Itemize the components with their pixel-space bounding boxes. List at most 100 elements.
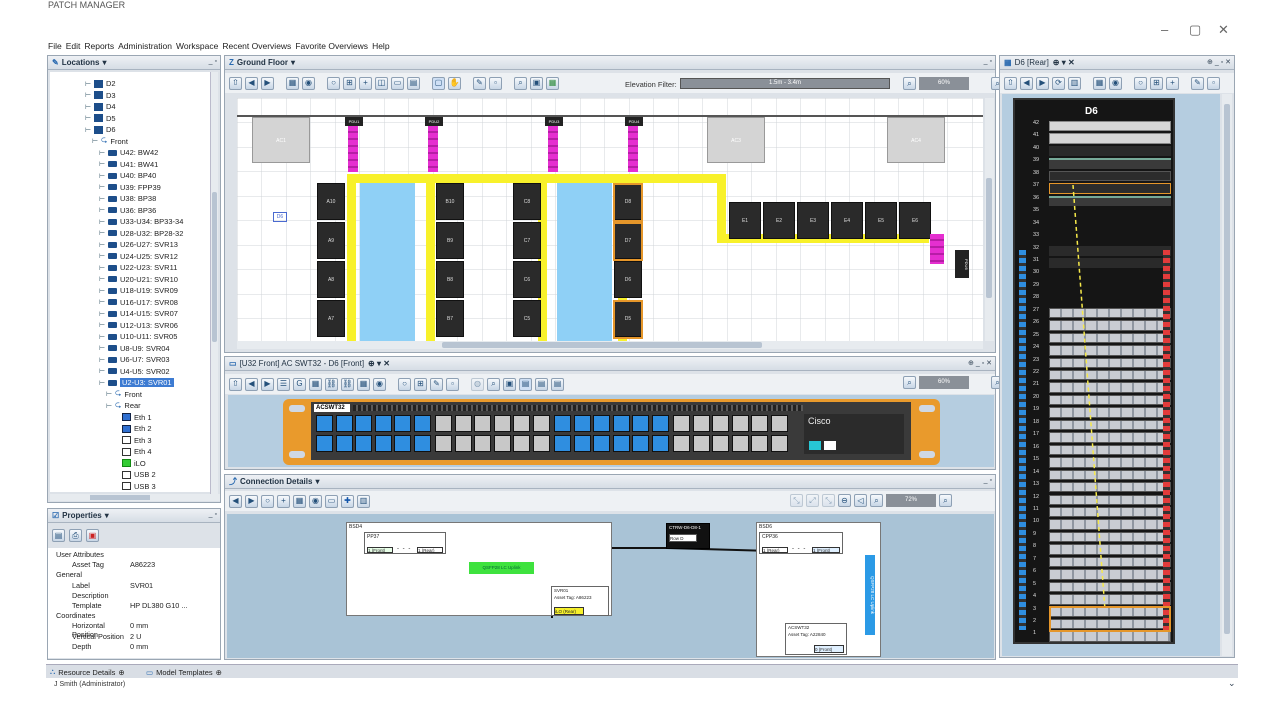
conn-circle-icon[interactable]: ○ — [261, 494, 274, 508]
switch-port[interactable] — [474, 415, 491, 432]
back-icon[interactable]: ◀ — [245, 76, 258, 90]
tree-node[interactable]: ⊢ U6-U7: SVR03 — [99, 354, 170, 365]
rack-forward-icon[interactable]: ▶ — [1036, 76, 1049, 90]
switch-port[interactable] — [435, 415, 452, 432]
box2-front-port[interactable]: 1 (Front) — [812, 547, 840, 553]
switch-port[interactable] — [493, 435, 511, 452]
expand-icon[interactable]: ⊢ — [85, 91, 91, 99]
device-stop-icon[interactable]: ◍ — [471, 377, 484, 391]
menu-favorite-overviews[interactable]: Favorite Overviews — [295, 41, 368, 53]
locations-menu-icon[interactable]: ▾ — [102, 58, 106, 67]
switch-port[interactable] — [493, 415, 511, 432]
expand-icon[interactable]: ⊢ — [99, 218, 105, 226]
expand-icon[interactable]: ⊢ — [99, 310, 105, 318]
property-group[interactable]: General — [50, 570, 215, 580]
conn-left-icon[interactable]: ◁ — [854, 494, 867, 507]
device-both-icon[interactable]: ▤ — [551, 377, 564, 391]
hand-icon[interactable]: ✋ — [448, 76, 461, 90]
device-globe-icon[interactable]: ◉ — [373, 377, 386, 391]
property-group[interactable]: User Attributes — [50, 550, 215, 560]
switch-port[interactable] — [632, 435, 649, 452]
switch-port[interactable] — [731, 435, 749, 452]
menu-reports[interactable]: Reports — [84, 41, 114, 53]
box2-switch[interactable]: ACSWT32 Asset Tag: A22840 0 (Front) — [785, 623, 847, 655]
device-zoom-out-icon[interactable]: ⌕ — [903, 376, 916, 389]
tree-node[interactable]: ⊢ U20-U21: SVR10 — [99, 274, 178, 285]
switch-port[interactable] — [673, 435, 690, 452]
floor-vscrollbar[interactable] — [985, 98, 994, 341]
device-forward-icon[interactable]: ▶ — [261, 377, 274, 391]
switch-port[interactable] — [554, 415, 571, 432]
box1-server[interactable]: SVR01 Asset Tag: A86223 iLO (Rear) — [551, 586, 609, 616]
switch-port[interactable] — [712, 415, 729, 432]
rack-rack-icon[interactable]: ▦ — [1093, 76, 1106, 90]
properties-menu-icon[interactable]: ▾ — [105, 511, 109, 520]
tree-node[interactable]: ⊢ U28-U32: BP28-32 — [99, 228, 183, 239]
ground-floor-menu-icon[interactable]: ▾ — [291, 58, 295, 67]
tree-node[interactable]: ⊢ D4 — [85, 101, 116, 112]
rack-globe-icon[interactable]: ◉ — [1109, 76, 1122, 90]
switch-chassis[interactable]: ACSWT32 Cisco — [283, 399, 940, 465]
switch-port[interactable] — [532, 415, 550, 432]
switch-port[interactable] — [454, 415, 472, 432]
tree-scrollbar[interactable] — [210, 72, 218, 494]
conn-bars-icon[interactable]: ▥ — [357, 494, 370, 508]
tree-node[interactable]: ⊢ U18-U19: SVR09 — [99, 285, 178, 296]
switch-port[interactable] — [770, 415, 788, 432]
device-g-icon[interactable]: G — [293, 377, 306, 391]
locations-window-controls[interactable]: _ ▫ — [209, 58, 217, 65]
expand-icon[interactable]: ⊢ — [85, 114, 91, 122]
expand-icon[interactable]: ⊢ — [99, 344, 105, 352]
tab-model-templates[interactable]: ▭ Model Templates ⊕ — [146, 666, 222, 678]
box2-rear-port[interactable]: 1 (Rear) — [762, 547, 788, 553]
tree-node[interactable]: ⊢ U24-U25: SVR12 — [99, 251, 178, 262]
conn-minus-icon[interactable]: ⊖ — [838, 494, 851, 507]
tree-node[interactable]: ⊢ U2-U3: SVR01 — [99, 377, 174, 388]
conn-forward-icon[interactable]: ▶ — [245, 494, 258, 508]
tree-node[interactable]: USB 2 — [113, 469, 156, 480]
tree-node[interactable]: Eth 1 — [113, 412, 152, 423]
rack-circle-icon[interactable]: ○ — [1134, 76, 1147, 90]
up-icon[interactable]: ⇧ — [229, 76, 242, 90]
minimize-button[interactable]: – — [1161, 22, 1168, 37]
maximize-button[interactable]: ▢ — [1189, 22, 1201, 38]
expand-icon[interactable]: ⊢ — [85, 126, 91, 134]
switch-port[interactable] — [435, 435, 452, 452]
connection-box-right[interactable]: BSD6 CPP36 1 (Rear) - - - 1 (Front) QSFP… — [756, 522, 881, 657]
switch-port[interactable] — [355, 435, 372, 452]
rack-up-icon[interactable]: ⇧ — [1004, 76, 1017, 90]
circle-icon[interactable]: ○ — [327, 76, 340, 90]
floor-zoom-slider[interactable]: 60% — [919, 77, 969, 90]
switch-port[interactable] — [394, 435, 411, 452]
switch-port[interactable] — [374, 415, 392, 432]
box2-port[interactable]: 0 (Front) — [814, 645, 844, 653]
mid-port[interactable]: Row D — [669, 534, 697, 542]
property-group[interactable]: Coordinates — [50, 611, 215, 621]
expand-icon[interactable]: ⊢ — [99, 264, 105, 272]
device-window-controls[interactable]: ⊕ _ ▫ ✕ — [968, 359, 992, 367]
rack-pin-icon[interactable]: ⊕ ▾ ✕ — [1053, 58, 1075, 67]
spreadsheet-icon[interactable]: ▦ — [546, 76, 559, 90]
switch-port[interactable] — [335, 415, 353, 432]
rack-bars-icon[interactable]: ▥ — [1068, 76, 1081, 90]
device-rear-icon[interactable]: ▤ — [535, 377, 548, 391]
box2-patch-panel[interactable]: CPP36 1 (Rear) - - - 1 (Front) — [759, 532, 843, 554]
conn-globe-icon[interactable]: ◉ — [309, 494, 322, 508]
conn-rack-icon[interactable]: ▦ — [293, 494, 306, 508]
expand-icon[interactable]: ⊢ — [99, 252, 105, 260]
rack-frame-icon[interactable]: ▫ — [1207, 76, 1220, 90]
search-icon[interactable]: ⌕ — [514, 76, 527, 90]
switch-port[interactable] — [673, 415, 690, 432]
connection-menu-icon[interactable]: ▾ — [315, 477, 319, 486]
properties-view-icon[interactable]: ▤ — [52, 529, 65, 542]
tab-resource-details[interactable]: ⛬ Resource Details ⊕ — [50, 666, 125, 678]
globe-icon[interactable]: ◉ — [302, 76, 315, 90]
switch-port[interactable] — [712, 435, 729, 452]
expand-icon[interactable]: ⊢ — [99, 195, 105, 203]
switch-port[interactable] — [454, 435, 472, 452]
tree-node[interactable]: iLO — [113, 458, 146, 469]
rack-selected-server[interactable] — [1049, 605, 1171, 632]
switch-mgmt-port[interactable] — [824, 441, 836, 450]
tree-node[interactable]: ⊢ U4-U5: SVR02 — [99, 366, 170, 377]
device-link-icon[interactable]: ⛓ — [325, 377, 338, 391]
